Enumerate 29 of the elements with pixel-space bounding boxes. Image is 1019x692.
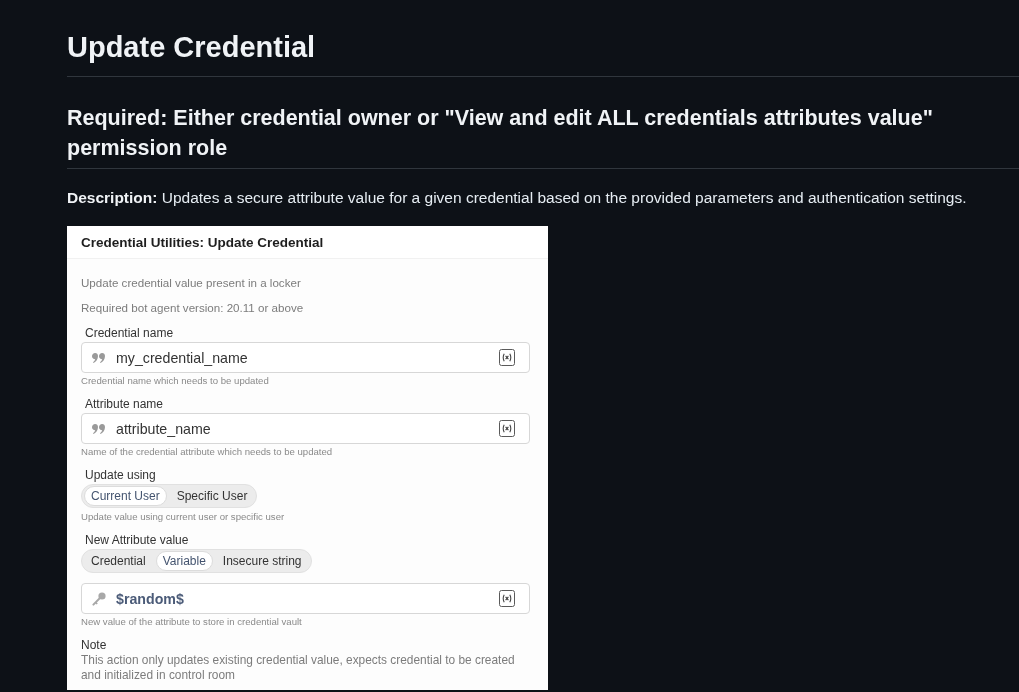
field-hint: Name of the credential attribute which needs to be updated (81, 446, 334, 458)
variable-icon[interactable] (499, 349, 515, 366)
field-label: New Attribute value (85, 532, 190, 548)
note-text: This action only updates existing credential value, expects credential to be created and initialized in control room (81, 653, 516, 683)
panel-summary-text: Update credential value present in a locker (81, 275, 302, 291)
toggle-option[interactable]: Credential (84, 551, 153, 571)
field-label: Attribute name (85, 396, 165, 412)
variable-icon[interactable] (499, 590, 515, 607)
field-label: Update using (85, 467, 157, 483)
page-title: Update Credential (67, 30, 317, 65)
quote-icon (92, 352, 105, 363)
toggle-option[interactable]: Variable (155, 551, 213, 571)
field-hint: Update value using current user or specific user (81, 511, 286, 523)
text-input-field[interactable]: attribute_name (81, 413, 530, 444)
variable-icon[interactable] (499, 420, 515, 437)
description-text: Description: Updates a secure attribute value for a given credential based on the provided parameters and authentication settings. (67, 188, 968, 208)
quote-icon (92, 423, 105, 434)
note-heading: Note (81, 637, 107, 653)
field-hint: New value of the attribute to store in credential vault (81, 616, 303, 628)
toggle-option[interactable]: Current User (84, 486, 167, 506)
variable-input-field[interactable]: $random$ (81, 583, 530, 614)
toggle-option[interactable]: Insecure string (215, 551, 309, 571)
requirement-heading: Required: Either credential owner or "View and edit ALL credentials attributes value" permission role (67, 105, 934, 162)
panel-summary-text: Required bot agent version: 20.11 or above (81, 300, 305, 316)
text-input-field[interactable]: my_credential_name (81, 342, 530, 373)
field-label: Credential name (85, 325, 175, 341)
toggle-option[interactable]: Specific User (169, 486, 255, 506)
field-hint: Credential name which needs to be updated (81, 375, 270, 387)
key-icon (92, 591, 106, 606)
